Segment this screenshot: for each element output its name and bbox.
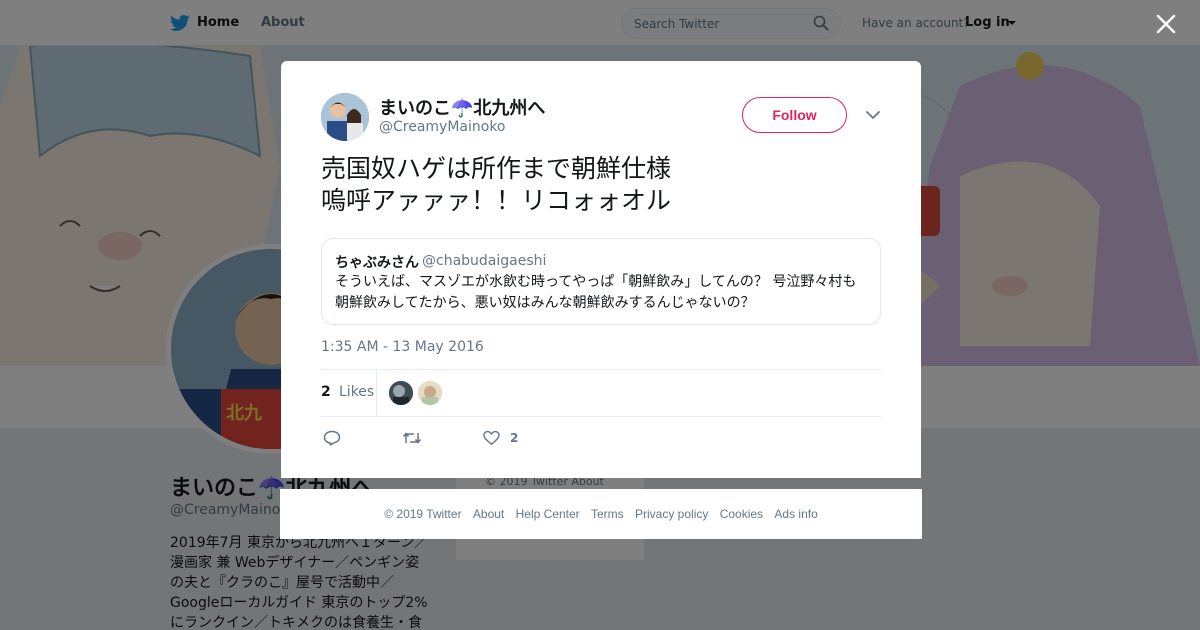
chevron-down-icon[interactable]: [866, 110, 880, 120]
liker-avatar[interactable]: [418, 381, 442, 405]
quoted-author-handle: @chabudaigaeshi: [422, 253, 547, 269]
quoted-tweet-text: そういえば、マスゾエが水飲む時ってやっぱ「朝鮮飲み」してんの？ 号泣野々村も朝鮮…: [335, 274, 857, 311]
tweet-modal: まいのこ☂️北九州へ @CreamyMainoko Follow 売国奴ハゲは所…: [281, 61, 921, 478]
liker-avatar-image: [389, 381, 413, 405]
tweet-author-handle[interactable]: @CreamyMainoko: [379, 119, 506, 135]
retweet-icon[interactable]: [402, 431, 422, 445]
footer-copyright: © 2019 Twitter: [384, 507, 462, 521]
footer-privacy-link[interactable]: Privacy policy: [635, 507, 708, 521]
footer-terms-link[interactable]: Terms: [591, 507, 624, 521]
follow-button[interactable]: Follow: [742, 97, 847, 133]
tweet-text: 売国奴ハゲは所作まで朝鮮仕様 嗚呼アァァァ！！リコォォオル: [321, 154, 672, 215]
quoted-tweet[interactable]: ちゃぶみさん @chabudaigaeshi そういえば、マスゾエが水飲む時って…: [321, 238, 881, 325]
footer-help-center-link[interactable]: Help Center: [516, 507, 580, 521]
liker-avatar[interactable]: [389, 381, 413, 405]
quoted-author-name: ちゃぶみさん: [335, 255, 419, 271]
close-icon[interactable]: [1154, 12, 1178, 36]
vertical-divider: [376, 370, 377, 416]
likes-count[interactable]: 2: [321, 384, 331, 400]
reply-icon[interactable]: [323, 430, 341, 446]
tweet-author-avatar[interactable]: [321, 93, 369, 141]
modal-footer: © 2019 Twitter About Help Center Terms P…: [280, 489, 922, 539]
divider: [321, 416, 881, 417]
footer-ads-info-link[interactable]: Ads info: [774, 507, 817, 521]
author-photo: [321, 93, 369, 141]
footer-cookies-link[interactable]: Cookies: [720, 507, 763, 521]
like-action-count[interactable]: 2: [510, 431, 518, 445]
heart-icon[interactable]: [483, 430, 500, 446]
liker-avatar-image: [418, 381, 442, 405]
divider: [321, 369, 881, 370]
footer-about-link[interactable]: About: [473, 507, 504, 521]
tweet-author-name[interactable]: まいのこ☂️北九州へ: [379, 94, 545, 120]
tweet-timestamp[interactable]: 1:35 AM - 13 May 2016: [321, 339, 484, 355]
likes-label[interactable]: Likes: [339, 384, 374, 400]
